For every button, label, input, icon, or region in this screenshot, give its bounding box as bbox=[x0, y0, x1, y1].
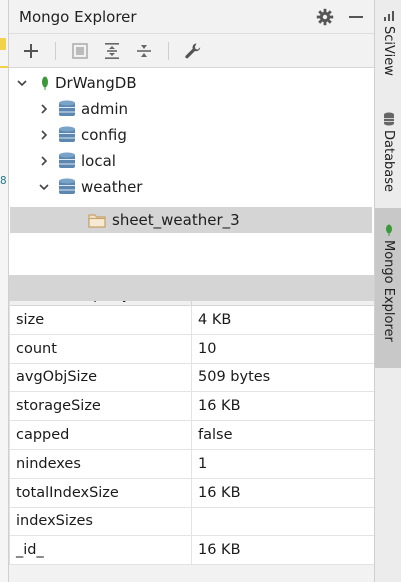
property-value: 16 KB bbox=[198, 484, 241, 501]
tab-database[interactable]: Database bbox=[375, 108, 401, 198]
property-name: indexSizes bbox=[10, 507, 192, 536]
table-row[interactable]: totalIndexSize 16 KB bbox=[10, 478, 374, 508]
tree-item-label: admin bbox=[81, 100, 128, 118]
gutter-marker bbox=[0, 66, 8, 68]
tab-mongo-explorer[interactable]: Mongo Explorer bbox=[375, 208, 401, 368]
property-name: size bbox=[10, 306, 192, 334]
mongo-explorer-panel: Mongo Explorer DrWangDB admin config loc… bbox=[8, 0, 374, 582]
table-row[interactable]: storageSize 16 KB bbox=[10, 392, 374, 422]
chevron-right-icon[interactable] bbox=[37, 154, 51, 168]
table-row[interactable]: size 4 KB bbox=[10, 306, 374, 335]
minimize-icon[interactable] bbox=[348, 9, 364, 25]
tree-collection-label: sheet_weather_3 bbox=[112, 211, 240, 229]
tab-sciview[interactable]: SciView bbox=[375, 6, 401, 86]
tree-row-root[interactable]: DrWangDB bbox=[9, 70, 374, 96]
collapse-all-icon[interactable] bbox=[132, 39, 156, 63]
property-value: 1 bbox=[198, 455, 208, 472]
property-value: 16 KB bbox=[198, 542, 241, 559]
table-row[interactable]: capped false bbox=[10, 421, 374, 450]
folder-icon bbox=[88, 213, 106, 228]
tree-row-weather[interactable]: weather bbox=[9, 174, 374, 200]
editor-gutter: 8 bbox=[0, 0, 8, 582]
database-icon bbox=[59, 178, 75, 196]
chevron-down-icon[interactable] bbox=[37, 180, 51, 194]
tree-item-label: local bbox=[81, 152, 116, 170]
chevron-down-icon[interactable] bbox=[15, 76, 29, 90]
property-name: storageSize bbox=[10, 392, 192, 421]
database-tree: DrWangDB admin config local weather bbox=[9, 68, 374, 301]
gutter-text: 8 bbox=[0, 174, 7, 187]
tree-row-local[interactable]: local bbox=[9, 148, 374, 174]
table-row[interactable]: avgObjSize 509 bytes bbox=[10, 363, 374, 393]
property-value: 16 KB bbox=[198, 398, 241, 415]
gear-icon[interactable] bbox=[316, 8, 334, 26]
property-name: count bbox=[10, 334, 192, 363]
panel-title: Mongo Explorer bbox=[19, 7, 137, 26]
property-value: 509 bytes bbox=[198, 369, 271, 386]
leaf-icon bbox=[385, 224, 393, 236]
right-tool-window-bar: SciView Database Mongo Explorer bbox=[374, 0, 401, 582]
table-row[interactable]: indexSizes bbox=[10, 507, 374, 537]
property-name: _id_ bbox=[10, 536, 192, 565]
table-row[interactable]: _id_ 16 KB bbox=[10, 536, 374, 566]
explorer-toolbar bbox=[9, 34, 374, 68]
tree-item-label: config bbox=[81, 126, 127, 144]
wrench-icon[interactable] bbox=[181, 39, 205, 63]
property-name: capped bbox=[10, 421, 192, 449]
tree-row-selected-collection[interactable]: sheet_weather_3 bbox=[10, 207, 372, 233]
tab-label: Database bbox=[381, 130, 396, 193]
add-icon[interactable] bbox=[19, 39, 43, 63]
tree-root-label: DrWangDB bbox=[55, 74, 137, 92]
panel-title-bar: Mongo Explorer bbox=[9, 0, 374, 34]
database-icon bbox=[59, 126, 75, 144]
tree-row-collection[interactable] bbox=[9, 275, 374, 301]
property-name: avgObjSize bbox=[10, 363, 192, 392]
property-value bbox=[192, 508, 374, 536]
expand-all-icon[interactable] bbox=[100, 39, 124, 63]
sciview-icon bbox=[383, 10, 395, 22]
properties-table: Property Value size 4 KB count 10 avgObj… bbox=[9, 284, 374, 566]
tab-label: SciView bbox=[381, 26, 396, 76]
table-row[interactable]: count 10 bbox=[10, 334, 374, 364]
property-value: 4 KB bbox=[198, 311, 232, 328]
leaf-icon bbox=[41, 76, 49, 90]
chevron-right-icon[interactable] bbox=[37, 128, 51, 142]
toolbar-divider bbox=[168, 41, 169, 60]
tree-row-admin[interactable]: admin bbox=[9, 96, 374, 122]
tab-label: Mongo Explorer bbox=[381, 240, 396, 342]
database-icon bbox=[383, 112, 395, 126]
query-icon[interactable] bbox=[68, 39, 92, 63]
tree-row-config[interactable]: config bbox=[9, 122, 374, 148]
property-value: 10 bbox=[198, 340, 217, 357]
table-row[interactable]: nindexes 1 bbox=[10, 449, 374, 479]
database-icon bbox=[59, 100, 75, 118]
tree-item-label: weather bbox=[81, 178, 143, 196]
toolbar-divider bbox=[55, 41, 56, 60]
chevron-right-icon[interactable] bbox=[37, 102, 51, 116]
property-value: false bbox=[198, 427, 233, 444]
database-icon bbox=[59, 152, 75, 170]
gutter-marker bbox=[0, 38, 6, 50]
property-name: totalIndexSize bbox=[10, 478, 192, 507]
property-name: nindexes bbox=[10, 449, 192, 478]
